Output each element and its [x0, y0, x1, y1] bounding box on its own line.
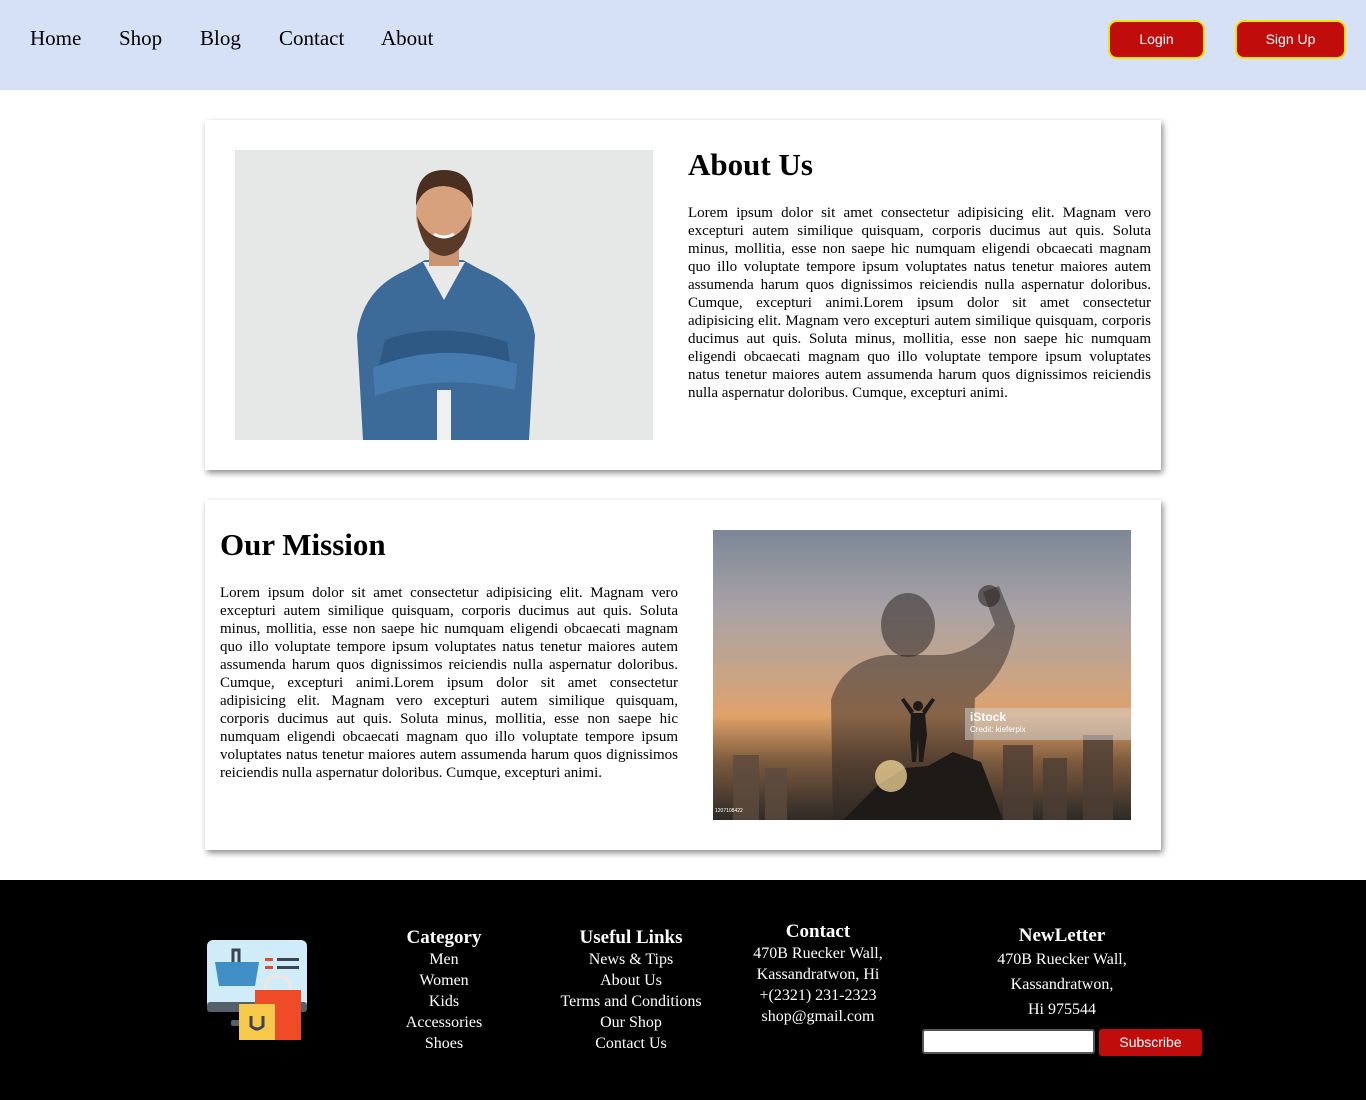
footer-contact-address-1: 470B Ruecker Wall,: [753, 945, 883, 962]
footer-link-shoes[interactable]: Shoes: [374, 1033, 514, 1054]
mission-photo: iStock Credit: kieferpix 1207108422: [713, 530, 1131, 820]
nav-contact-link[interactable]: Contact: [279, 26, 344, 50]
nav-home-link[interactable]: Home: [30, 26, 81, 50]
footer-link-contact-us[interactable]: Contact Us: [545, 1033, 717, 1054]
istock-watermark: iStock: [970, 710, 1007, 724]
footer-contact-phone: +(2321) 231-2323: [759, 987, 877, 1004]
photo-credit: Credit: kieferpix: [970, 725, 1026, 734]
shopping-monitor-icon: [207, 940, 307, 1040]
login-button[interactable]: Login: [1108, 20, 1205, 59]
about-us-text: Lorem ipsum dolor sit amet consectetur a…: [688, 205, 1151, 401]
footer-contact-column: Contact 470B Ruecker Wall, Kassandratwon…: [737, 921, 899, 1027]
about-us-heading: About Us: [688, 147, 813, 182]
footer-newsletter-title: NewLetter: [1018, 925, 1106, 946]
our-mission-heading: Our Mission: [220, 527, 386, 562]
top-nav-bar: Home Shop Blog Contact About Login Sign …: [0, 0, 1366, 90]
nav-shop-link[interactable]: Shop: [119, 26, 162, 50]
about-person-photo: [235, 150, 653, 440]
newsletter-email-input[interactable]: [922, 1029, 1095, 1054]
photo-id: 1207108422: [715, 808, 743, 814]
our-mission-card: Our Mission Lorem ipsum dolor sit amet c…: [205, 500, 1161, 850]
footer-link-news-tips[interactable]: News & Tips: [545, 949, 717, 970]
footer-category-column: Category Men Women Kids Accessories Shoe…: [374, 927, 514, 1054]
nav-blog-link[interactable]: Blog: [200, 26, 241, 50]
footer-newsletter-column: NewLetter 470B Ruecker Wall, Kassandratw…: [972, 925, 1152, 1022]
nav-about-link[interactable]: About: [381, 26, 434, 50]
footer-newsletter-line-1: 470B Ruecker Wall,: [997, 951, 1127, 968]
footer-link-our-shop[interactable]: Our Shop: [545, 1012, 717, 1033]
footer-link-about-us[interactable]: About Us: [545, 970, 717, 991]
footer: Category Men Women Kids Accessories Shoe…: [0, 880, 1366, 1100]
footer-contact-title: Contact: [785, 921, 851, 942]
our-mission-text: Lorem ipsum dolor sit amet consectetur a…: [220, 585, 678, 781]
footer-newsletter-line-2: Kassandratwon,: [1010, 976, 1114, 993]
footer-contact-email: shop@gmail.com: [761, 1008, 875, 1025]
about-us-card: About Us Lorem ipsum dolor sit amet cons…: [205, 120, 1161, 470]
footer-category-title: Category: [406, 927, 482, 948]
footer-useful-links-column: Useful Links News & Tips About Us Terms …: [545, 927, 717, 1054]
footer-contact-address-2: Kassandratwon, Hi: [756, 966, 880, 983]
subscribe-button[interactable]: Subscribe: [1099, 1029, 1202, 1056]
footer-link-men[interactable]: Men: [374, 949, 514, 970]
signup-button[interactable]: Sign Up: [1235, 20, 1346, 59]
footer-newsletter-line-3: Hi 975544: [1028, 1001, 1096, 1018]
footer-link-kids[interactable]: Kids: [374, 991, 514, 1012]
footer-link-women[interactable]: Women: [374, 970, 514, 991]
footer-link-terms[interactable]: Terms and Conditions: [545, 991, 717, 1012]
footer-useful-links-title: Useful Links: [579, 927, 683, 948]
footer-link-accessories[interactable]: Accessories: [374, 1012, 514, 1033]
